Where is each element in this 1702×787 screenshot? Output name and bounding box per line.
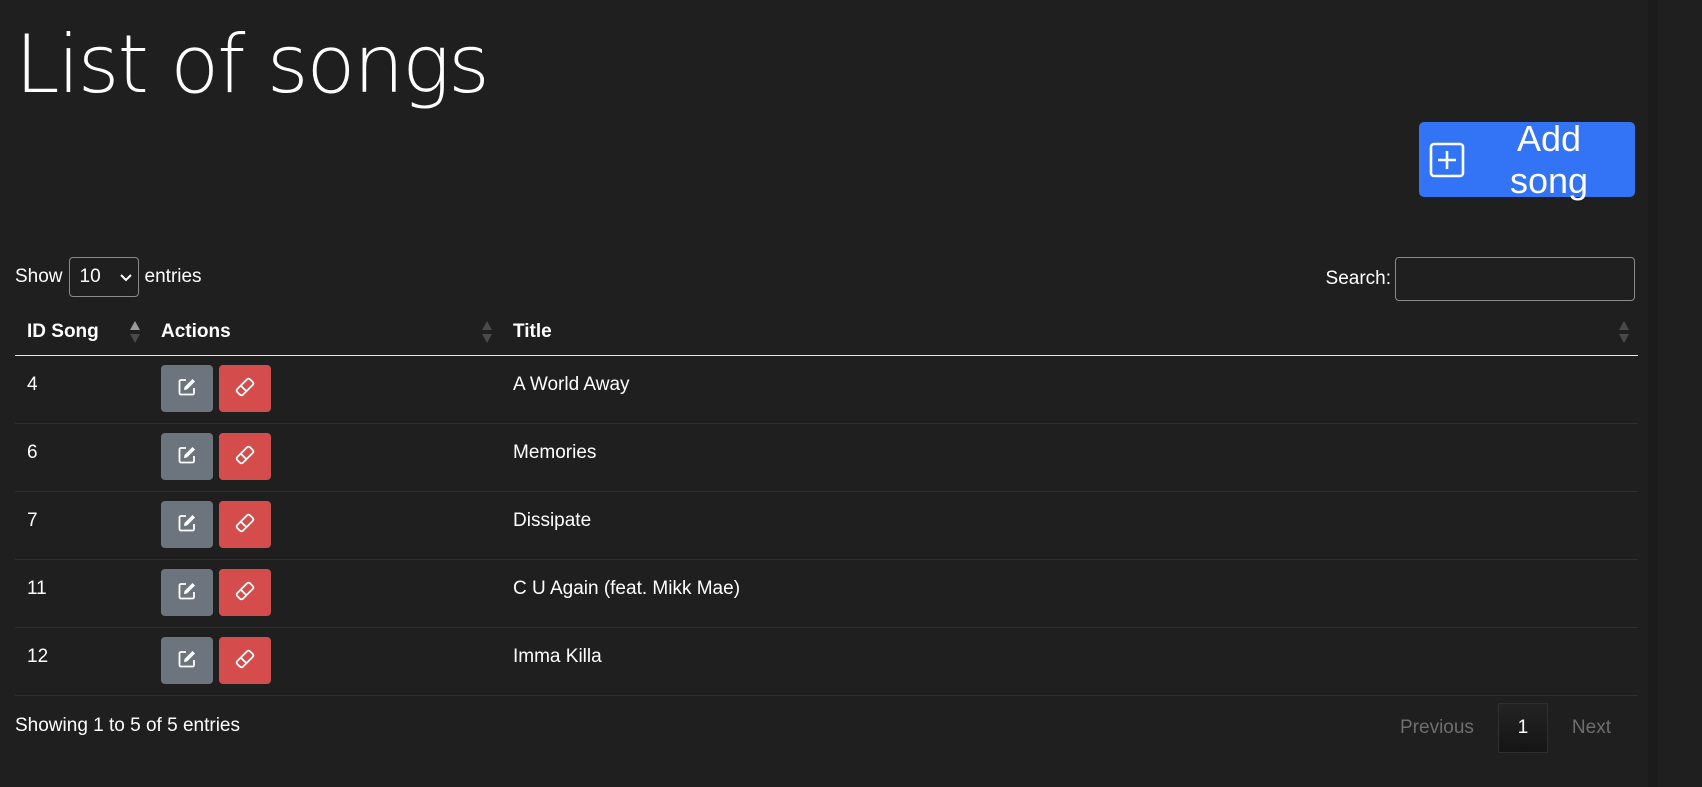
sort-asc-icon	[129, 320, 141, 344]
eraser-icon	[234, 580, 256, 605]
cell-actions	[149, 423, 501, 492]
column-header-label: Title	[513, 321, 552, 343]
column-header-label: Actions	[161, 321, 231, 343]
delete-button[interactable]	[219, 568, 271, 616]
cell-title: A World Away	[501, 355, 1638, 424]
column-header-id[interactable]: ID Song	[15, 310, 149, 356]
delete-button[interactable]	[219, 500, 271, 548]
entries-label: entries	[144, 266, 202, 287]
previous-page-button[interactable]: Previous	[1376, 703, 1498, 753]
table-row: 12 Imma Killa	[15, 627, 1638, 696]
page: List of songs Add song Show 10 entries S…	[0, 0, 1702, 787]
sort-icon	[1618, 320, 1630, 344]
search-control: Search:	[1326, 257, 1635, 301]
column-header-actions[interactable]: Actions	[149, 310, 501, 356]
table-row: 6 Memories	[15, 423, 1638, 492]
table-row: 11 C U Again (feat. Mikk Mae)	[15, 559, 1638, 628]
sort-icon	[481, 320, 493, 344]
add-song-label: Add song	[1509, 117, 1589, 201]
eraser-icon	[234, 444, 256, 469]
entries-select[interactable]: 10	[68, 257, 139, 297]
table-row: 7 Dissipate	[15, 491, 1638, 560]
plus-square-icon	[1429, 142, 1465, 178]
edit-button[interactable]	[161, 500, 213, 548]
pencil-square-icon	[177, 649, 197, 672]
length-control: Show 10 entries	[15, 257, 202, 297]
cell-id: 11	[15, 559, 149, 628]
eraser-icon	[234, 648, 256, 673]
delete-button[interactable]	[219, 432, 271, 480]
cell-actions	[149, 627, 501, 696]
scroll-gutter	[1648, 0, 1658, 787]
cell-actions	[149, 355, 501, 424]
cell-id: 6	[15, 423, 149, 492]
chevron-down-icon	[119, 266, 132, 288]
entries-select-value: 10	[79, 266, 101, 287]
page-title: List of songs	[15, 18, 490, 111]
search-label: Search:	[1325, 268, 1391, 289]
table-header-row: ID Song Actions Title	[15, 310, 1638, 356]
cell-id: 12	[15, 627, 149, 696]
pencil-square-icon	[177, 581, 197, 604]
cell-actions	[149, 491, 501, 560]
edit-button[interactable]	[161, 568, 213, 616]
cell-title: Dissipate	[501, 491, 1638, 560]
table-info: Showing 1 to 5 of 5 entries	[15, 715, 240, 736]
songs-table: ID Song Actions Title 4 A World Away 6 M…	[15, 310, 1638, 696]
page-button-current[interactable]: 1	[1497, 703, 1548, 753]
pagination: Previous 1 Next	[1376, 703, 1635, 753]
edit-button[interactable]	[161, 364, 213, 412]
cell-title: Memories	[501, 423, 1638, 492]
column-header-title[interactable]: Title	[501, 310, 1638, 356]
search-input[interactable]	[1395, 257, 1635, 301]
eraser-icon	[234, 512, 256, 537]
add-song-button[interactable]: Add song	[1419, 118, 1635, 201]
pencil-square-icon	[177, 513, 197, 536]
delete-button[interactable]	[219, 364, 271, 412]
next-page-button[interactable]: Next	[1548, 703, 1635, 753]
cell-title: C U Again (feat. Mikk Mae)	[501, 559, 1638, 628]
show-label: Show	[15, 266, 63, 287]
pencil-square-icon	[177, 445, 197, 468]
pencil-square-icon	[177, 377, 197, 400]
table-row: 4 A World Away	[15, 355, 1638, 424]
cell-id: 4	[15, 355, 149, 424]
eraser-icon	[234, 376, 256, 401]
column-header-label: ID Song	[27, 321, 99, 343]
delete-button[interactable]	[219, 636, 271, 684]
edit-button[interactable]	[161, 636, 213, 684]
cell-actions	[149, 559, 501, 628]
edit-button[interactable]	[161, 432, 213, 480]
cell-id: 7	[15, 491, 149, 560]
cell-title: Imma Killa	[501, 627, 1638, 696]
